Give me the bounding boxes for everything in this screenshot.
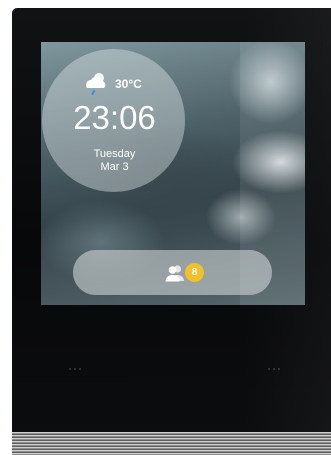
- left-touch-key[interactable]: [69, 368, 81, 370]
- visitor-message-button[interactable]: 8: [73, 250, 272, 295]
- weather-row: 30°C: [82, 71, 142, 97]
- visitors-icon: [165, 264, 185, 282]
- clock-widget[interactable]: 30°C 23:06 Tuesday Mar 3: [42, 49, 185, 192]
- intercom-panel: 30°C 23:06 Tuesday Mar 3 8: [0, 0, 331, 455]
- clock-date: Mar 3: [100, 161, 129, 173]
- temperature: 30°C: [115, 77, 142, 91]
- visitor-count-badge: 8: [185, 263, 204, 282]
- clock-time: 23:06: [73, 99, 156, 136]
- cloudy-rain-icon: [82, 71, 110, 97]
- home-screen: 30°C 23:06 Tuesday Mar 3 8: [41, 42, 305, 305]
- menu-dots-icon: [268, 368, 270, 370]
- right-touch-key[interactable]: [268, 368, 280, 370]
- clock-day: Tuesday: [93, 148, 136, 160]
- device-base: [12, 432, 331, 455]
- menu-dots-icon: [69, 368, 71, 370]
